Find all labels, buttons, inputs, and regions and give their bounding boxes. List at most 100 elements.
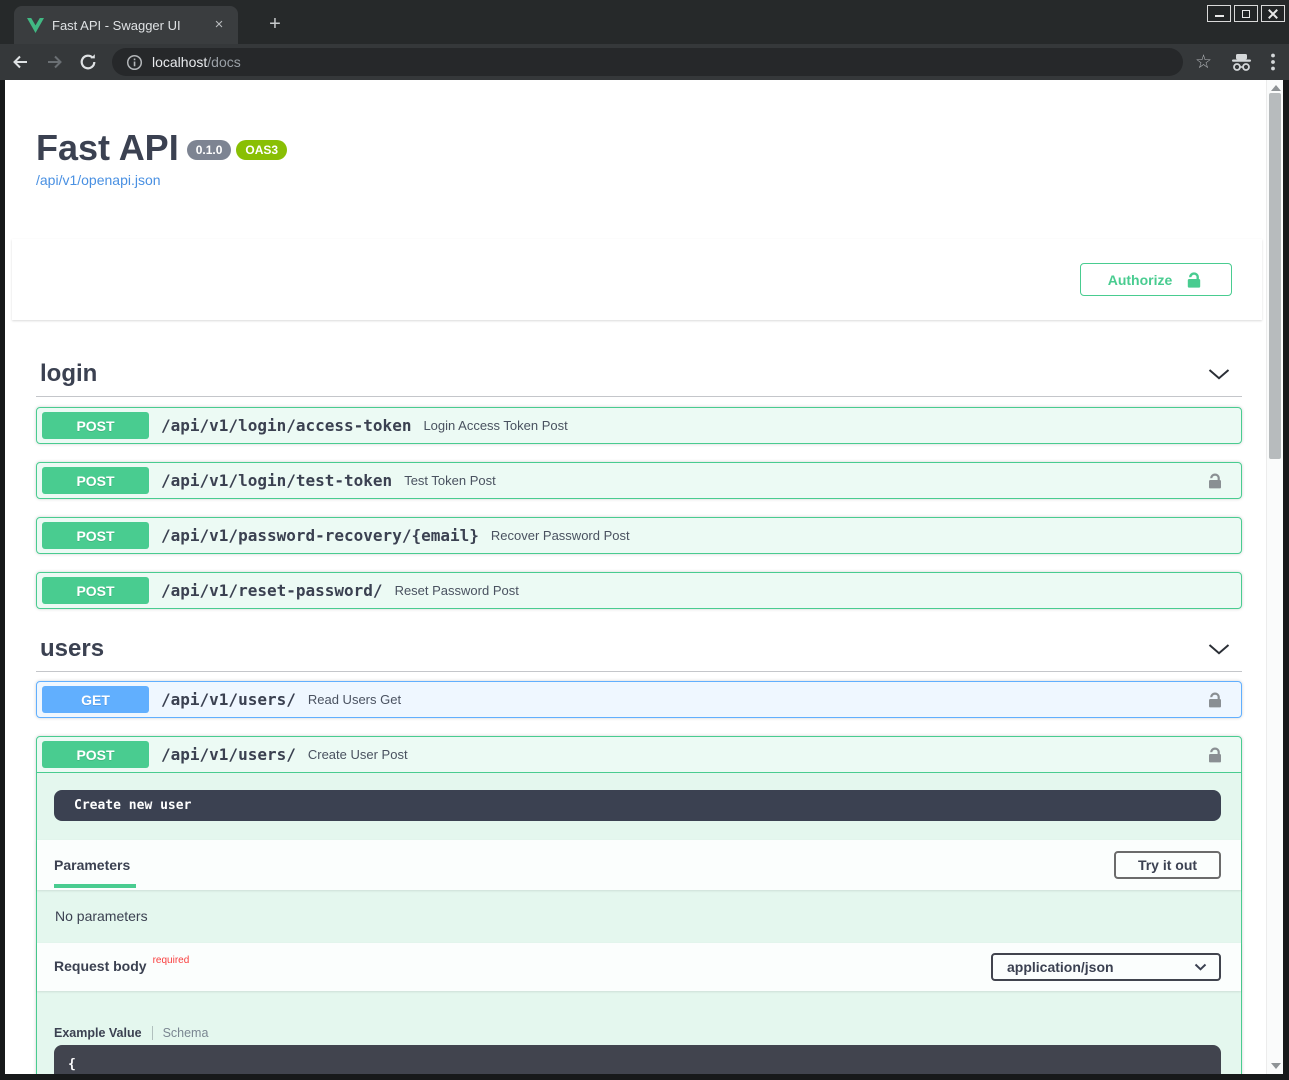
reload-button[interactable] [74,48,102,76]
browser-titlebar: Fast API - Swagger UI × + [0,0,1289,44]
operation-summary: Create User Post [308,747,408,762]
page-title: Fast API [36,127,179,168]
url-bar[interactable]: localhost/docs [112,48,1183,76]
authorize-button[interactable]: Authorize [1080,263,1232,296]
window-close-button[interactable] [1261,5,1285,22]
operation-header[interactable]: GET /api/v1/users/ Read Users Get [37,682,1241,717]
method-badge: POST [42,741,149,768]
url-path: /docs [207,54,240,70]
active-tab-underline [54,884,136,888]
window-controls [1207,5,1285,22]
login-operations: POST /api/v1/login/access-token Login Ac… [36,407,1242,609]
method-badge: POST [42,467,149,494]
operation-password-recovery: POST /api/v1/password-recovery/{email} R… [36,517,1242,554]
browser-window: Fast API - Swagger UI × + localhost/docs… [0,0,1289,1080]
select-chevron-icon [1194,963,1207,971]
operation-summary: Login Access Token Post [423,418,567,433]
tab-separator [152,1026,153,1040]
scrollbar-down-arrow[interactable] [1271,1063,1281,1069]
operation-path: /api/v1/users/ [161,690,296,709]
request-body-label: Request body [54,958,147,974]
operation-path: /api/v1/password-recovery/{email} [161,526,479,545]
operation-expanded-body: Create new user Parameters Try it out No… [37,772,1241,1074]
tab-example-value[interactable]: Example Value [54,1026,142,1040]
operation-path: /api/v1/login/test-token [161,471,392,490]
openapi-spec-link[interactable]: /api/v1/openapi.json [36,172,161,188]
minimize-icon [1215,15,1224,17]
maximize-icon [1242,10,1250,18]
users-operations: GET /api/v1/users/ Read Users Get POST /… [36,681,1242,1074]
scrollbar-up-arrow[interactable] [1271,85,1281,91]
page-info-icon[interactable] [126,54,143,71]
window-minimize-button[interactable] [1207,5,1231,22]
method-badge: GET [42,686,149,713]
operation-create-user: POST /api/v1/users/ Create User Post Cre… [36,736,1242,1074]
operation-summary: Test Token Post [404,473,496,488]
operation-header[interactable]: POST /api/v1/login/test-token Test Token… [37,463,1241,498]
tab-parameters[interactable]: Parameters [54,840,130,890]
model-tabs: Example Value Schema [54,1026,1221,1040]
page-viewport: Fast API 0.1.0OAS3 /api/v1/openapi.json A… [5,80,1266,1074]
scrollbar-thumb[interactable] [1269,93,1281,459]
url-host: localhost [152,54,207,70]
scheme-container: Authorize [12,239,1262,320]
tab-close-icon[interactable]: × [210,16,228,34]
try-it-out-button[interactable]: Try it out [1114,851,1221,879]
back-button[interactable] [6,48,34,76]
example-code-block[interactable]: { [54,1045,1221,1074]
close-icon [1268,9,1278,19]
new-tab-button[interactable]: + [262,12,288,38]
operation-read-users: GET /api/v1/users/ Read Users Get [36,681,1242,718]
authorize-label: Authorize [1108,272,1173,288]
tag-section-users[interactable]: users [36,635,1242,672]
operation-summary: Reset Password Post [395,583,519,598]
operation-description: Create new user [54,790,1221,821]
operation-summary: Read Users Get [308,692,401,707]
version-badge: 0.1.0 [187,140,232,160]
operation-header[interactable]: POST /api/v1/users/ Create User Post [37,737,1241,772]
oas-badge: OAS3 [236,140,287,160]
operation-header[interactable]: POST /api/v1/login/access-token Login Ac… [37,408,1241,443]
browser-tab[interactable]: Fast API - Swagger UI × [14,6,238,44]
tab-title: Fast API - Swagger UI [52,18,210,33]
media-type-select[interactable]: application/json [991,953,1221,981]
forward-button[interactable] [40,48,68,76]
method-badge: POST [42,412,149,439]
window-maximize-button[interactable] [1234,5,1258,22]
required-flag: required [153,955,190,966]
api-info: Fast API 0.1.0OAS3 /api/v1/openapi.json [36,129,1242,190]
unlocked-padlock-icon [1184,270,1204,290]
toolbar-right: ☆ [1195,51,1275,74]
operation-login-access-token: POST /api/v1/login/access-token Login Ac… [36,407,1242,444]
operation-path: /api/v1/users/ [161,745,296,764]
incognito-icon [1230,53,1253,72]
operation-path: /api/v1/reset-password/ [161,581,383,600]
method-badge: POST [42,522,149,549]
chevron-down-icon[interactable] [1208,644,1230,655]
tag-title-users: users [40,635,104,663]
operation-summary: Recover Password Post [491,528,630,543]
auth-lock-icon[interactable] [1205,745,1225,765]
auth-lock-icon[interactable] [1205,471,1225,491]
parameters-tab-label: Parameters [54,857,130,873]
browser-menu-icon[interactable] [1271,53,1275,71]
tag-section-login[interactable]: login [36,360,1242,397]
request-body-header: Request body required application/json [37,943,1241,991]
auth-lock-icon[interactable] [1205,690,1225,710]
bookmark-star-icon[interactable]: ☆ [1195,51,1212,74]
favicon-icon [27,18,44,33]
operation-reset-password: POST /api/v1/reset-password/ Reset Passw… [36,572,1242,609]
operation-path: /api/v1/login/access-token [161,416,411,435]
parameters-section-header: Parameters Try it out [37,840,1241,890]
no-parameters-text: No parameters [37,890,1241,943]
browser-toolbar: localhost/docs ☆ [0,44,1289,80]
method-badge: POST [42,577,149,604]
operation-header[interactable]: POST /api/v1/password-recovery/{email} R… [37,518,1241,553]
operation-header[interactable]: POST /api/v1/reset-password/ Reset Passw… [37,573,1241,608]
tag-title-login: login [40,360,97,388]
tab-schema[interactable]: Schema [163,1026,209,1040]
chevron-down-icon[interactable] [1208,369,1230,380]
page-scrollbar[interactable] [1266,80,1283,1074]
operation-login-test-token: POST /api/v1/login/test-token Test Token… [36,462,1242,499]
media-type-value: application/json [1007,959,1114,975]
